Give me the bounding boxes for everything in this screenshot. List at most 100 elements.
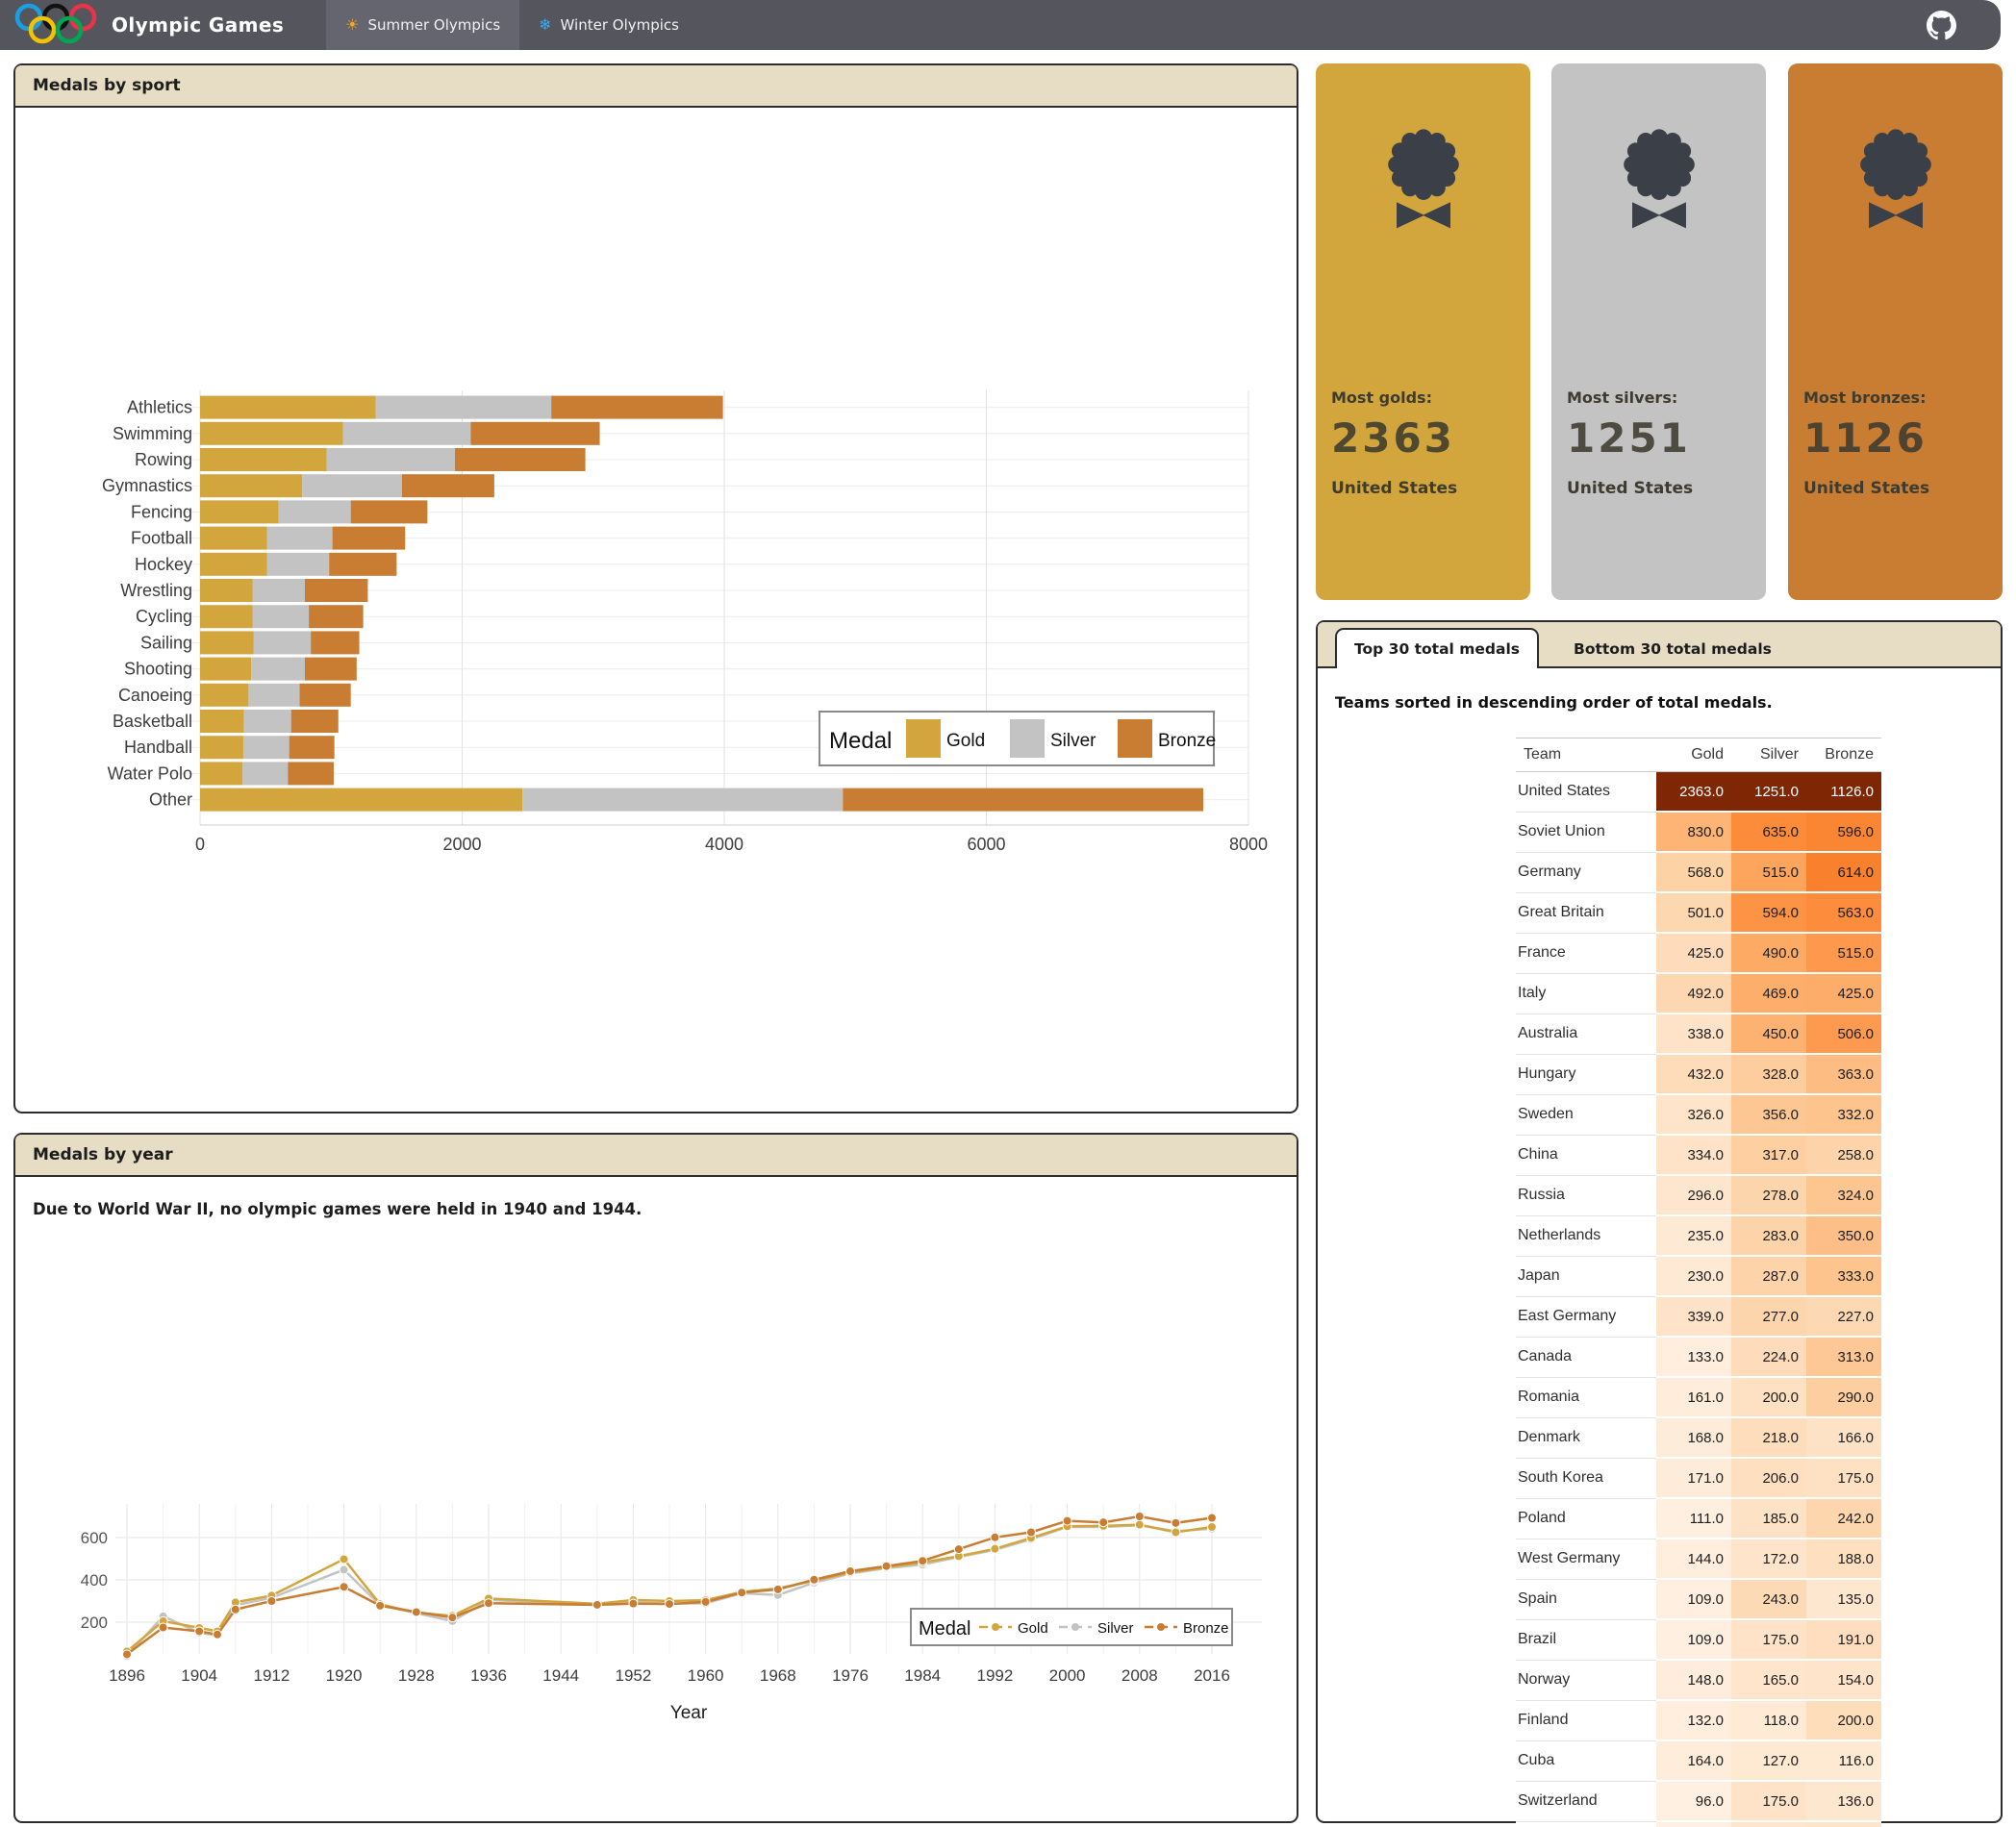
medal-count-cell: 469.0 bbox=[1731, 973, 1806, 1014]
medal-count-cell: 363.0 bbox=[1806, 1054, 1881, 1094]
svg-text:4000: 4000 bbox=[705, 835, 743, 854]
medal-count-cell: 218.0 bbox=[1731, 1417, 1806, 1458]
medal-rosette-icon bbox=[1613, 127, 1705, 233]
medal-count-cell: 1126.0 bbox=[1806, 772, 1881, 813]
most-bronzes-card: Most bronzes: 1126 United States bbox=[1788, 63, 2003, 600]
medal-count-cell: 277.0 bbox=[1731, 1296, 1806, 1337]
svg-text:Sailing: Sailing bbox=[140, 633, 192, 652]
medal-count-cell: 161.0 bbox=[1656, 1377, 1731, 1417]
col-header-silver: Silver bbox=[1731, 738, 1806, 772]
tab-winter-olympics[interactable]: ❄ Winter Olympics bbox=[519, 0, 698, 50]
svg-text:Basketball: Basketball bbox=[113, 712, 192, 731]
tab-bottom-30-total-medals[interactable]: Bottom 30 total medals bbox=[1556, 630, 1789, 666]
bar-chart: AthleticsSwimmingRowingGymnasticsFencing… bbox=[15, 108, 1297, 1112]
medal-count-cell: 111.0 bbox=[1656, 1498, 1731, 1539]
svg-text:2000: 2000 bbox=[1049, 1666, 1086, 1685]
medal-table-wrap: Team Gold Silver Bronze United States236… bbox=[1516, 738, 1881, 1827]
svg-text:Athletics: Athletics bbox=[127, 398, 192, 417]
medal-count-cell: 243.0 bbox=[1731, 1579, 1806, 1619]
medal-count-cell: 132.0 bbox=[1656, 1700, 1731, 1740]
medal-count-cell: 144.0 bbox=[1656, 1539, 1731, 1579]
team-cell: Soviet Union bbox=[1516, 812, 1656, 852]
medal-count-cell: 166.0 bbox=[1806, 1417, 1881, 1458]
svg-text:Gold: Gold bbox=[1018, 1620, 1048, 1637]
table-row: Canada133.0224.0313.0 bbox=[1516, 1337, 1881, 1377]
medal-count-cell: 200.0 bbox=[1731, 1377, 1806, 1417]
medal-count-cell: 506.0 bbox=[1806, 1014, 1881, 1054]
svg-text:1952: 1952 bbox=[615, 1666, 651, 1685]
svg-text:Year: Year bbox=[670, 1703, 708, 1723]
medal-count-cell: 157.0 bbox=[1731, 1821, 1806, 1827]
team-cell: Switzerland bbox=[1516, 1781, 1656, 1821]
tab-label: Winter Olympics bbox=[561, 16, 679, 34]
medal-count-cell: 515.0 bbox=[1806, 933, 1881, 973]
medal-count-cell: 290.0 bbox=[1806, 1377, 1881, 1417]
medal-count-cell: 594.0 bbox=[1731, 892, 1806, 933]
table-row: Brazil109.0175.0191.0 bbox=[1516, 1619, 1881, 1660]
tab-summer-olympics[interactable]: ☀ Summer Olympics bbox=[326, 0, 519, 50]
svg-text:200: 200 bbox=[81, 1614, 108, 1632]
svg-text:Rowing: Rowing bbox=[135, 450, 192, 469]
svg-text:1920: 1920 bbox=[326, 1666, 363, 1685]
team-cell: Japan bbox=[1516, 1256, 1656, 1296]
medal-count-cell: 432.0 bbox=[1656, 1054, 1731, 1094]
card-team: United States bbox=[1331, 479, 1457, 498]
svg-text:1912: 1912 bbox=[253, 1666, 290, 1685]
medal-count-cell: 334.0 bbox=[1656, 1135, 1731, 1175]
table-row: France425.0490.0515.0 bbox=[1516, 933, 1881, 973]
app-title: Olympic Games bbox=[112, 13, 284, 37]
tab-top-30-total-medals[interactable]: Top 30 total medals bbox=[1335, 628, 1539, 668]
medal-count-cell: 135.0 bbox=[1806, 1579, 1881, 1619]
svg-text:Bronze: Bronze bbox=[1158, 731, 1216, 751]
tab-label: Summer Olympics bbox=[368, 16, 501, 34]
table-row: Spain109.0243.0135.0 bbox=[1516, 1579, 1881, 1619]
svg-text:1944: 1944 bbox=[542, 1666, 579, 1685]
table-row: Italy492.0469.0425.0 bbox=[1516, 973, 1881, 1014]
svg-text:Other: Other bbox=[149, 790, 192, 810]
team-cell: Cuba bbox=[1516, 1740, 1656, 1781]
medal-count-cell: 171.0 bbox=[1656, 1458, 1731, 1498]
medal-count-cell: 175.0 bbox=[1806, 1458, 1881, 1498]
medal-count-cell: 200.0 bbox=[1806, 1700, 1881, 1740]
snowflake-icon: ❄ bbox=[539, 15, 551, 34]
medal-count-cell: 93.0 bbox=[1656, 1821, 1731, 1827]
sun-icon: ☀ bbox=[345, 15, 359, 34]
team-cell: Netherlands bbox=[1516, 1215, 1656, 1256]
svg-text:1960: 1960 bbox=[688, 1666, 724, 1685]
medal-count-cell: 596.0 bbox=[1806, 812, 1881, 852]
navbar: Olympic Games ☀ Summer Olympics ❄ Winter O… bbox=[0, 0, 2001, 50]
card-value: 1251 bbox=[1567, 414, 1693, 462]
svg-text:Silver: Silver bbox=[1097, 1620, 1134, 1637]
ww2-note: Due to World War II, no olympic games we… bbox=[33, 1200, 642, 1218]
team-cell: Hungary bbox=[1516, 1054, 1656, 1094]
col-header-bronze: Bronze bbox=[1806, 738, 1881, 772]
table-header-row: Team Gold Silver Bronze bbox=[1516, 738, 1881, 772]
table-row: Switzerland96.0175.0136.0 bbox=[1516, 1781, 1881, 1821]
team-cell: Great Britain bbox=[1516, 892, 1656, 933]
team-cell: Brazil bbox=[1516, 1619, 1656, 1660]
medal-count-cell: 313.0 bbox=[1806, 1337, 1881, 1377]
svg-text:1992: 1992 bbox=[976, 1666, 1013, 1685]
col-header-team: Team bbox=[1516, 738, 1656, 772]
medal-count-cell: 338.0 bbox=[1656, 1014, 1731, 1054]
svg-text:1896: 1896 bbox=[109, 1666, 145, 1685]
svg-text:Water Polo: Water Polo bbox=[108, 763, 192, 783]
svg-text:Cycling: Cycling bbox=[136, 607, 192, 626]
svg-text:2008: 2008 bbox=[1121, 1666, 1158, 1685]
medal-count-cell: 191.0 bbox=[1806, 1619, 1881, 1660]
medal-count-cell: 258.0 bbox=[1806, 1135, 1881, 1175]
svg-text:2016: 2016 bbox=[1194, 1666, 1230, 1685]
medal-count-cell: 2363.0 bbox=[1656, 772, 1731, 813]
table-row: China334.0317.0258.0 bbox=[1516, 1135, 1881, 1175]
olympic-rings-logo bbox=[13, 1, 98, 49]
medal-count-cell: 350.0 bbox=[1806, 1215, 1881, 1256]
medal-count-cell: 614.0 bbox=[1806, 852, 1881, 892]
team-cell: Sweden bbox=[1516, 1094, 1656, 1135]
svg-text:Shooting: Shooting bbox=[124, 660, 192, 679]
card-value: 1126 bbox=[1803, 414, 1929, 462]
github-link[interactable] bbox=[1927, 11, 1956, 40]
medal-count-cell: 317.0 bbox=[1731, 1135, 1806, 1175]
medal-count-cell: 164.0 bbox=[1656, 1740, 1731, 1781]
card-label: Most bronzes: bbox=[1803, 388, 1929, 407]
medal-count-cell: 230.0 bbox=[1656, 1256, 1731, 1296]
